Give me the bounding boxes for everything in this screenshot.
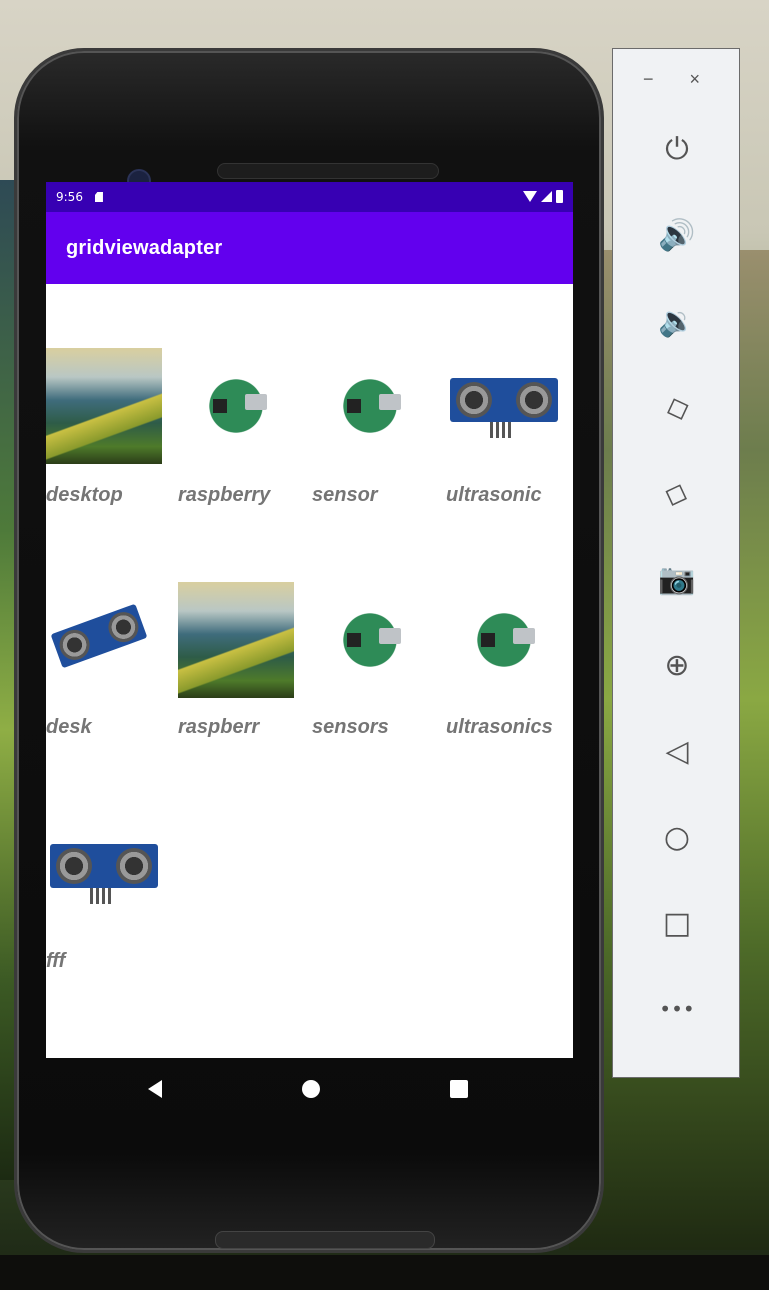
desktop-bottom-strip <box>0 1255 769 1290</box>
app-bar: gridviewadapter <box>46 212 573 284</box>
rotate-left-icon[interactable]: ◇ <box>639 369 716 446</box>
sensor-board <box>450 378 558 422</box>
sensor-board <box>50 844 158 888</box>
wifi-icon <box>523 191 537 202</box>
grid-item-label: ultrasonics <box>446 716 553 738</box>
status-time: 9:56 <box>56 190 83 204</box>
minimize-icon[interactable]: − <box>643 69 654 90</box>
bottom-speaker <box>215 1231 435 1249</box>
sensor-eye <box>56 848 92 884</box>
emulator-side-panel: − × ⏻ 🔊 🔉 ◇ ◇ 📷 ⊕ ◁ ○ □ ••• <box>612 48 740 1078</box>
zoom-icon[interactable]: ⊕ <box>647 635 707 695</box>
sensor-eye <box>116 848 152 884</box>
status-icons <box>523 190 563 203</box>
ultrasonic-sensor-image <box>446 348 562 464</box>
close-icon[interactable]: × <box>690 69 701 90</box>
status-bar: 9:56 <box>46 182 573 212</box>
home-icon[interactable]: ○ <box>647 807 707 867</box>
screenshot-icon[interactable]: 📷 <box>647 549 707 609</box>
grid-item-label: fff <box>46 950 66 972</box>
mountain-image <box>178 582 294 698</box>
signal-icon <box>541 191 552 202</box>
phone-screen: 9:56 gridviewadapter desktop raspberry s… <box>46 182 573 1058</box>
raspberry-pi-image <box>178 348 294 464</box>
grid-item-label: ultrasonic <box>446 484 542 506</box>
sensor-eye <box>456 382 492 418</box>
phone-nav-bar <box>46 1058 573 1122</box>
sensor-pins <box>490 422 512 438</box>
sensor-eye <box>516 382 552 418</box>
volume-down-icon[interactable]: 🔉 <box>647 291 707 351</box>
battery-icon <box>556 190 563 203</box>
raspberry-pi-image <box>446 582 562 698</box>
grid-item-label: desk <box>46 716 92 738</box>
volume-up-icon[interactable]: 🔊 <box>647 205 707 265</box>
overview-icon[interactable]: □ <box>647 893 707 953</box>
nav-home-icon[interactable] <box>302 1080 320 1098</box>
grid-item-label: raspberr <box>178 716 260 738</box>
back-icon[interactable]: ◁ <box>647 721 707 781</box>
nav-recents-icon[interactable] <box>450 1080 468 1098</box>
power-icon[interactable]: ⏻ <box>647 119 707 179</box>
nav-back-icon[interactable] <box>148 1080 162 1098</box>
mountain-image <box>46 348 162 464</box>
grid-item-label: sensors <box>312 716 389 738</box>
ultrasonic-sensor-image <box>46 814 162 930</box>
raspberry-pi-image <box>312 582 428 698</box>
top-speaker <box>217 163 439 179</box>
panel-window-controls: − × <box>643 69 700 90</box>
sensor-pins <box>90 888 112 904</box>
sensor-eye <box>55 625 94 665</box>
app-title: gridviewadapter <box>66 236 223 259</box>
more-icon[interactable]: ••• <box>647 979 707 1039</box>
grid-item-label: raspberry <box>178 484 271 506</box>
ultrasonic-sensor-image <box>46 582 162 698</box>
grid-item-label: sensor <box>312 484 378 506</box>
rotate-right-icon[interactable]: ◇ <box>639 455 716 532</box>
sensor-board <box>50 603 148 669</box>
sd-card-icon <box>94 192 103 202</box>
sensor-eye <box>104 607 143 647</box>
grid-item-label: desktop <box>46 484 123 506</box>
raspberry-pi-image <box>312 348 428 464</box>
